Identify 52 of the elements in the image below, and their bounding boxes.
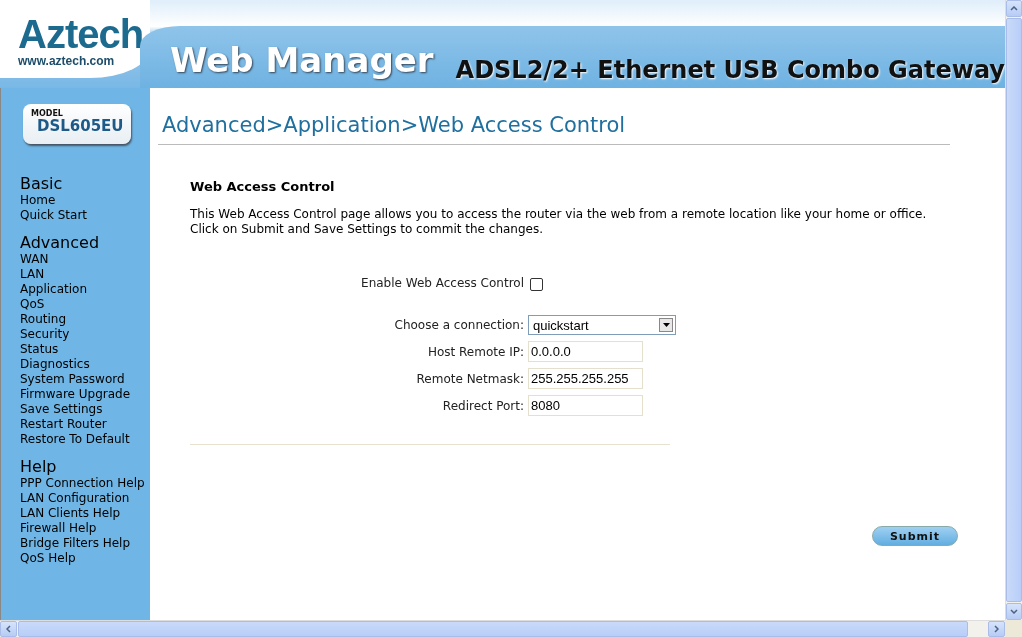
field-label: Redirect Port: bbox=[441, 398, 524, 413]
nav-link[interactable]: Restore To Default bbox=[20, 432, 130, 447]
text-field[interactable]: 255.255.255.255 bbox=[528, 368, 643, 389]
scroll-left-icon[interactable] bbox=[0, 621, 17, 637]
nav-section-title: Basic bbox=[20, 175, 64, 193]
nav-link[interactable]: Application bbox=[20, 282, 88, 297]
scroll-right-icon[interactable] bbox=[988, 621, 1005, 637]
nav-link[interactable]: LAN bbox=[20, 267, 45, 282]
nav-link[interactable]: System Password bbox=[20, 372, 125, 387]
scroll-down-icon[interactable] bbox=[1006, 603, 1022, 620]
model-label: MODEL bbox=[31, 109, 64, 118]
nav-link[interactable]: Quick Start bbox=[20, 208, 88, 223]
nav-link[interactable]: QoS Help bbox=[20, 551, 76, 566]
nav-link[interactable]: WAN bbox=[20, 252, 49, 267]
field-label: Host Remote IP: bbox=[426, 344, 524, 359]
scrollbar-thumb[interactable] bbox=[18, 621, 968, 637]
model-number: DSL605EU bbox=[37, 118, 125, 135]
brand-url: www.aztech.com bbox=[18, 54, 115, 68]
page-title: Advanced>Application>Web Access Control bbox=[158, 113, 950, 145]
nav-link[interactable]: PPP Connection Help bbox=[20, 476, 145, 491]
nav-link[interactable]: LAN Clients Help bbox=[20, 506, 121, 521]
nav-link[interactable]: LAN Configuration bbox=[20, 491, 130, 506]
nav-link[interactable]: Save Settings bbox=[20, 402, 103, 417]
description-text: Click on Submit and Save Settings to commit the changes. bbox=[190, 222, 544, 237]
description-text: This Web Access Control page allows you to access the router via the web from a remote location like your home or office. bbox=[190, 207, 928, 222]
text-field[interactable]: 0.0.0.0 bbox=[528, 341, 643, 362]
checkbox[interactable] bbox=[530, 278, 543, 291]
scrollbar-thumb[interactable] bbox=[1006, 18, 1022, 602]
field-label: Choose a connection: bbox=[393, 318, 524, 332]
nav-link[interactable]: QoS bbox=[20, 297, 45, 312]
scroll-up-icon[interactable] bbox=[1006, 0, 1022, 17]
field-label: Remote Netmask: bbox=[415, 371, 524, 386]
nav-link[interactable]: Firmware Upgrade bbox=[20, 387, 131, 402]
nav-link[interactable]: Restart Router bbox=[20, 417, 107, 432]
nav-link[interactable]: Diagnostics bbox=[20, 357, 90, 372]
scrollbar-corner bbox=[1005, 620, 1022, 637]
submit-button[interactable]: Submit bbox=[872, 526, 958, 546]
connection-dropdown[interactable]: quickstart bbox=[528, 315, 676, 335]
nav-link[interactable]: Home bbox=[20, 193, 56, 208]
nav-link[interactable]: Security bbox=[20, 327, 70, 342]
section-heading: Web Access Control bbox=[190, 179, 336, 195]
field-label: Enable Web Access Control bbox=[360, 276, 524, 290]
nav-section-title: Advanced bbox=[20, 234, 101, 252]
nav-link[interactable]: Firewall Help bbox=[20, 521, 97, 536]
text-field[interactable]: 8080 bbox=[528, 395, 643, 416]
app-title: Web Manager bbox=[170, 42, 434, 78]
product-name: ADSL2/2+ Ethernet USB Combo Gateway bbox=[455, 56, 1005, 84]
nav-link[interactable]: Bridge Filters Help bbox=[20, 536, 131, 551]
brand-name: Aztech bbox=[18, 14, 144, 54]
nav-link[interactable]: Status bbox=[20, 342, 59, 357]
nav-link[interactable]: Routing bbox=[20, 312, 66, 327]
nav-section-title: Help bbox=[20, 458, 58, 476]
